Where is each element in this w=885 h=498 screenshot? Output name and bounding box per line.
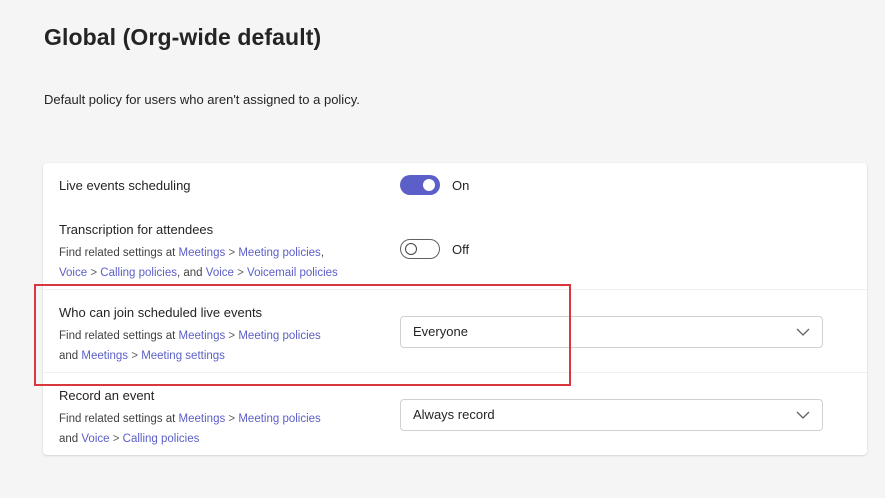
link-meetings[interactable]: Meetings [81,350,128,362]
breadcrumb-separator: > [237,267,244,279]
link-voice[interactable]: Voice [206,267,234,279]
link-meetings[interactable]: Meetings [179,413,226,425]
setting-label-who-can-join: Who can join scheduled live events [59,305,263,320]
link-voice[interactable]: Voice [59,267,87,279]
link-meetings[interactable]: Meetings [179,247,226,259]
setting-label-record-an-event: Record an event [59,388,155,403]
row-divider [43,372,867,373]
setting-label-live-events-scheduling: Live events scheduling [59,178,191,193]
live-events-scheduling-state: On [452,178,470,193]
row-divider [43,289,867,290]
chevron-down-icon [796,328,810,336]
related-and: and [183,267,203,279]
live-events-scheduling-toggle[interactable] [400,175,440,195]
link-meeting-policies[interactable]: Meeting policies [238,413,320,425]
comma: , [176,267,181,279]
record-event-dropdown[interactable]: Always record [400,399,823,431]
comma: , [320,247,325,259]
related-and: and [59,433,79,445]
related-prefix: Find related settings at [59,330,176,342]
breadcrumb-separator: > [228,413,236,425]
related-prefix: Find related settings at [59,247,176,259]
who-can-join-related-settings: Find related settings at Meetings > Meet… [59,326,321,366]
toggle-knob [405,243,417,255]
link-meeting-settings[interactable]: Meeting settings [141,350,225,362]
transcription-state: Off [452,242,470,257]
transcription-related-settings: Find related settings at Meetings > Meet… [59,243,338,283]
setting-label-transcription-for-attendees: Transcription for attendees [59,222,214,237]
transcription-toggle[interactable] [400,239,440,259]
breadcrumb-separator: > [90,267,98,279]
breadcrumb-separator: > [228,330,236,342]
record-event-related-settings: Find related settings at Meetings > Meet… [59,409,321,449]
related-and: and [59,350,79,362]
settings-card: Live events scheduling On Transcription … [43,163,867,455]
link-meetings[interactable]: Meetings [179,330,226,342]
breadcrumb-separator: > [131,350,138,362]
link-calling-policies[interactable]: Calling policies [123,433,200,445]
link-calling-policies[interactable]: Calling policies [100,267,177,279]
related-prefix: Find related settings at [59,413,176,425]
chevron-down-icon [796,411,810,419]
page-description: Default policy for users who aren't assi… [44,92,360,107]
dropdown-value: Everyone [413,324,468,339]
link-meeting-policies[interactable]: Meeting policies [238,330,320,342]
page-title: Global (Org-wide default) [44,24,322,50]
link-voicemail-policies[interactable]: Voicemail policies [247,267,338,279]
dropdown-value: Always record [413,407,495,422]
breadcrumb-separator: > [112,433,120,445]
toggle-knob [423,179,435,191]
who-can-join-dropdown[interactable]: Everyone [400,316,823,348]
link-meeting-policies[interactable]: Meeting policies [238,247,320,259]
link-voice[interactable]: Voice [81,433,109,445]
breadcrumb-separator: > [228,247,236,259]
